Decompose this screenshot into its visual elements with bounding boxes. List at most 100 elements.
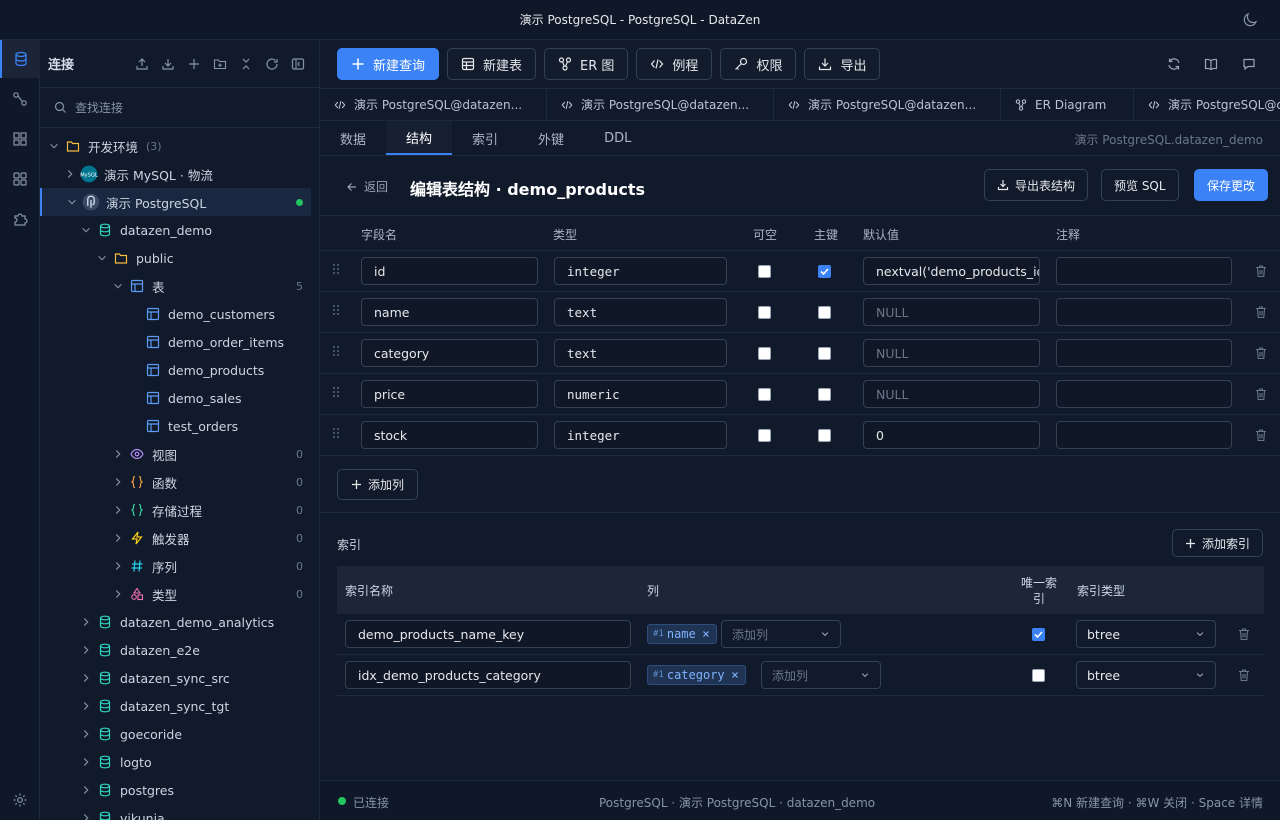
editor-tab[interactable]: 演示 PostgreSQL@da [1134, 89, 1280, 120]
default-value-input[interactable]: NULL [863, 339, 1040, 367]
comment-input[interactable] [1056, 421, 1232, 449]
tree-item[interactable]: demo_order_items [40, 328, 311, 356]
trash-icon[interactable] [1237, 627, 1251, 641]
editor-tab[interactable]: 演示 PostgreSQL@datazen... [320, 89, 547, 120]
column-type-input[interactable]: text [554, 339, 727, 367]
index-type-select[interactable]: btree [1076, 620, 1216, 648]
primary-key-checkbox[interactable] [818, 265, 831, 278]
trash-icon[interactable] [1254, 346, 1268, 360]
comment-input[interactable] [1056, 339, 1232, 367]
tree-item[interactable]: test_orders [40, 412, 311, 440]
trash-icon[interactable] [1254, 428, 1268, 442]
rail-connections[interactable] [0, 40, 40, 78]
rail-plugins[interactable] [0, 200, 40, 238]
subtab[interactable]: 结构 [386, 121, 453, 155]
export-button[interactable]: 导出 [804, 48, 881, 80]
index-name-input[interactable]: idx_demo_products_category [345, 661, 631, 689]
add-column-select[interactable]: 添加列 [721, 620, 841, 648]
column-name-input[interactable]: category [361, 339, 538, 367]
subtab[interactable]: 数据 [320, 121, 386, 155]
add-connection-button[interactable] [181, 51, 207, 77]
add-column-button[interactable]: 添加列 [337, 469, 419, 500]
column-type-input[interactable]: integer [554, 421, 727, 449]
collapse-all-button[interactable] [233, 51, 259, 77]
drag-handle-icon[interactable] [332, 427, 340, 439]
primary-key-checkbox[interactable] [818, 388, 831, 401]
column-type-input[interactable]: text [554, 298, 727, 326]
default-value-input[interactable]: 0 [863, 421, 1040, 449]
subtab[interactable]: 外键 [518, 121, 584, 155]
permissions-button[interactable]: 权限 [720, 48, 797, 80]
trash-icon[interactable] [1254, 264, 1268, 278]
tree-item[interactable]: public [40, 244, 311, 272]
default-value-input[interactable]: nextval('demo_products_id [863, 257, 1040, 285]
rail-settings[interactable] [0, 781, 40, 819]
primary-key-checkbox[interactable] [818, 347, 831, 360]
editor-tab[interactable]: ER Diagram [1001, 89, 1134, 120]
column-type-input[interactable]: integer [554, 257, 727, 285]
primary-key-checkbox[interactable] [818, 429, 831, 442]
default-value-input[interactable]: NULL [863, 380, 1040, 408]
close-icon[interactable] [730, 670, 740, 680]
column-name-input[interactable]: name [361, 298, 538, 326]
save-button[interactable]: 保存更改 [1194, 169, 1269, 201]
rail-dashboard[interactable] [0, 120, 40, 158]
tree-item[interactable]: 表5 [40, 272, 311, 300]
column-name-input[interactable]: id [361, 257, 538, 285]
drag-handle-icon[interactable] [332, 304, 340, 316]
nullable-checkbox[interactable] [758, 429, 771, 442]
tree-item[interactable]: postgres [40, 776, 311, 804]
index-type-select[interactable]: btree [1076, 661, 1216, 689]
close-icon[interactable] [701, 629, 711, 639]
tree-item[interactable]: datazen_demo_analytics [40, 608, 311, 636]
feedback-button[interactable] [1239, 54, 1259, 74]
default-value-input[interactable]: NULL [863, 298, 1040, 326]
add-column-select[interactable]: 添加列 [761, 661, 881, 689]
comment-input[interactable] [1056, 257, 1232, 285]
rail-sync[interactable] [0, 80, 40, 118]
tree-item[interactable]: MySQL 演示 MySQL · 物流 [40, 160, 311, 188]
comment-input[interactable] [1056, 298, 1232, 326]
index-column-chip[interactable]: #1 name [647, 624, 717, 644]
tree-item[interactable]: 存储过程 0 [40, 496, 311, 524]
tree-item[interactable]: 触发器 0 [40, 524, 311, 552]
tree-item[interactable]: vikunja [40, 804, 311, 820]
new-table-button[interactable]: 新建表 [447, 48, 537, 80]
add-index-button[interactable]: 添加索引 [1171, 529, 1263, 557]
drag-handle-icon[interactable] [332, 386, 340, 398]
toggle-sidebar-button[interactable] [285, 51, 311, 77]
tree-item[interactable]: demo_sales [40, 384, 311, 412]
tree-item[interactable]: datazen_sync_src [40, 664, 311, 692]
column-name-input[interactable]: stock [361, 421, 538, 449]
tree-item[interactable]: demo_customers [40, 300, 311, 328]
refresh-button[interactable] [1164, 54, 1184, 74]
new-query-button[interactable]: 新建查询 [337, 48, 440, 80]
column-name-input[interactable]: price [361, 380, 538, 408]
tree-item[interactable]: 开发环境 (3) [40, 132, 311, 160]
tree-item[interactable]: 演示 PostgreSQL [40, 188, 311, 216]
upload-button[interactable] [129, 51, 155, 77]
refresh-button[interactable] [259, 51, 285, 77]
nullable-checkbox[interactable] [758, 388, 771, 401]
tree-item[interactable]: 类型 0 [40, 580, 311, 608]
trash-icon[interactable] [1254, 387, 1268, 401]
nullable-checkbox[interactable] [758, 347, 771, 360]
nullable-checkbox[interactable] [758, 265, 771, 278]
tree-item[interactable]: 视图 0 [40, 440, 311, 468]
editor-tab[interactable]: 演示 PostgreSQL@datazen... [547, 89, 774, 120]
index-name-input[interactable]: demo_products_name_key [345, 620, 631, 648]
tree-item[interactable]: logto [40, 748, 311, 776]
drag-handle-icon[interactable] [332, 345, 340, 357]
tree-item[interactable]: datazen_sync_tgt [40, 692, 311, 720]
rail-apps[interactable] [0, 160, 40, 198]
unique-checkbox[interactable] [1032, 628, 1045, 641]
tree-item[interactable]: 函数 0 [40, 468, 311, 496]
tree-item[interactable]: demo_products [40, 356, 311, 384]
trash-icon[interactable] [1237, 668, 1251, 682]
back-button[interactable]: 返回 [346, 178, 388, 195]
er-diagram-button[interactable]: ER 图 [544, 48, 629, 80]
tree-item[interactable]: goecoride [40, 720, 311, 748]
editor-tab[interactable]: 演示 PostgreSQL@datazen... [774, 89, 1001, 120]
docs-button[interactable] [1201, 54, 1221, 74]
routines-button[interactable]: 例程 [636, 48, 713, 80]
